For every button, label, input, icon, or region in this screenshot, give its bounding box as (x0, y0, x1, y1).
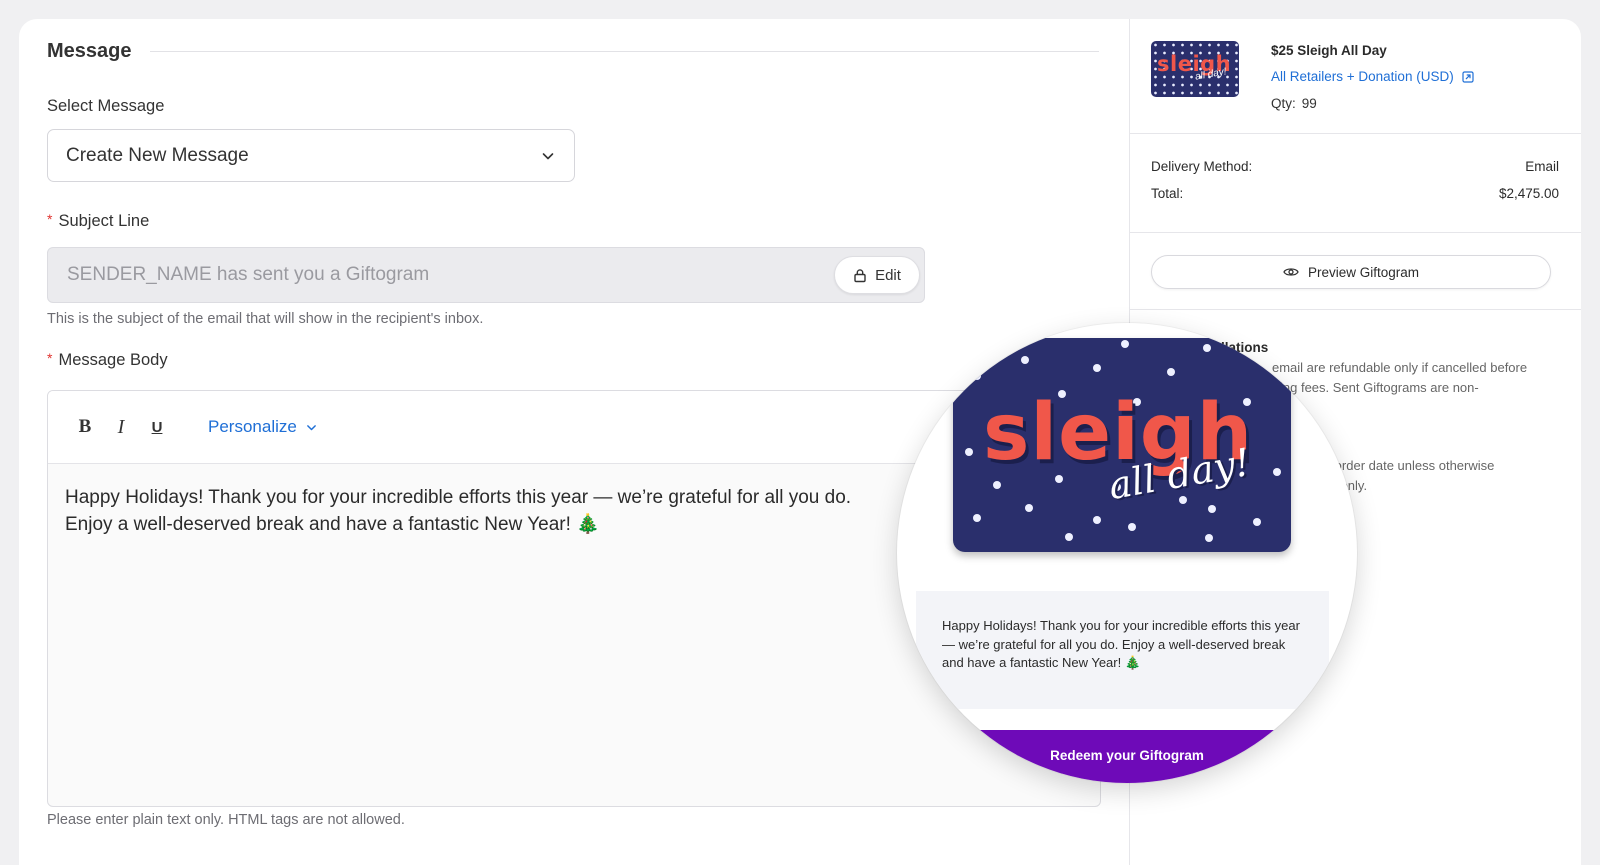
preview-button-label: Preview Giftogram (1307, 264, 1420, 280)
snow-dot (973, 514, 981, 522)
snow-dot (973, 372, 981, 380)
required-asterisk: * (47, 211, 53, 227)
product-catalog-link[interactable]: All Retailers + Donation (USD) (1271, 69, 1474, 84)
qty-label: Qty: (1271, 96, 1296, 111)
snow-dot (1093, 516, 1101, 524)
quantity: Qty: 99 (1271, 96, 1317, 111)
snow-dot (1093, 364, 1101, 372)
divider (1130, 133, 1581, 134)
body-helper-text: Please enter plain text only. HTML tags … (47, 812, 405, 828)
snow-dot (1167, 368, 1175, 376)
delivery-method-row: Delivery Method: Email (1151, 159, 1559, 174)
personalize-label: Personalize (208, 417, 297, 436)
subject-line-value: SENDER_NAME has sent you a Giftogram (67, 264, 430, 285)
divider (1130, 232, 1581, 233)
subject-helper-text: This is the subject of the email that wi… (47, 311, 484, 327)
gift-card-thumbnail: sleigh all day! (1151, 41, 1239, 97)
section-divider (149, 50, 1099, 52)
snow-dot (1273, 468, 1281, 476)
preview-giftogram-button[interactable]: Preview Giftogram (1151, 255, 1551, 289)
delivery-value: Email (1525, 159, 1559, 174)
underline-button[interactable]: U (142, 412, 172, 442)
select-message-dropdown[interactable]: Create New Message (47, 129, 575, 182)
section-header: Message (47, 39, 1099, 62)
message-body-label-text: Message Body (58, 351, 168, 369)
subject-line-field: SENDER_NAME has sent you a Giftogram Edi… (47, 247, 925, 303)
snow-dot (1025, 504, 1033, 512)
subject-line-label: * Subject Line (47, 211, 150, 231)
snow-dot (1121, 340, 1129, 348)
snow-dot (1021, 356, 1029, 364)
redeem-button[interactable]: Redeem your Giftogram (897, 730, 1357, 783)
policy-text: use only. (1316, 478, 1368, 493)
snow-dot (1128, 523, 1136, 531)
policy-text: om order date unless otherwise (1313, 458, 1495, 473)
required-asterisk: * (47, 350, 53, 366)
divider (1130, 309, 1581, 310)
total-row: Total: $2,475.00 (1151, 186, 1559, 201)
external-link-icon (1462, 70, 1474, 83)
eye-icon (1283, 268, 1299, 276)
italic-button[interactable]: I (106, 412, 136, 442)
product-title: $25 Sleigh All Day (1271, 43, 1387, 58)
snow-dot (1205, 534, 1213, 542)
personalize-dropdown[interactable]: Personalize (208, 417, 318, 437)
select-message-value: Create New Message (66, 144, 249, 166)
preview-message: Happy Holidays! Thank you for your incre… (916, 591, 1329, 709)
checkout-card: Message Select Message Create New Messag… (19, 19, 1581, 865)
total-value: $2,475.00 (1498, 186, 1559, 201)
snow-dot (1208, 505, 1216, 513)
message-body-label: * Message Body (47, 350, 168, 370)
total-label: Total: (1151, 186, 1184, 201)
preview-magnifier: sleigh all day! Happy Holidays! Thank yo… (897, 323, 1357, 783)
product-link-label: All Retailers + Donation (USD) (1271, 69, 1454, 84)
policy-text: email are refundable only if cancelled b… (1272, 360, 1528, 375)
edit-subject-button[interactable]: Edit (834, 256, 920, 294)
bold-button[interactable]: B (70, 412, 100, 442)
snow-dot (1179, 496, 1187, 504)
select-message-label: Select Message (47, 97, 165, 115)
snow-dot (1065, 533, 1073, 541)
subject-line-label-text: Subject Line (58, 212, 150, 230)
snow-dot (1253, 518, 1261, 526)
gift-card-preview: sleigh all day! (953, 338, 1291, 552)
snow-dot (993, 481, 1001, 489)
snow-dot (965, 448, 973, 456)
qty-value: 99 (1301, 96, 1317, 111)
chevron-down-icon (306, 424, 316, 430)
lock-icon (854, 268, 866, 282)
chevron-down-icon (542, 152, 554, 159)
policy-text: ing fees. Sent Giftograms are non- (1280, 380, 1479, 395)
edit-button-label: Edit (875, 266, 901, 284)
section-title: Message (47, 39, 132, 62)
delivery-label: Delivery Method: (1151, 159, 1253, 174)
snow-dot (1203, 344, 1211, 352)
